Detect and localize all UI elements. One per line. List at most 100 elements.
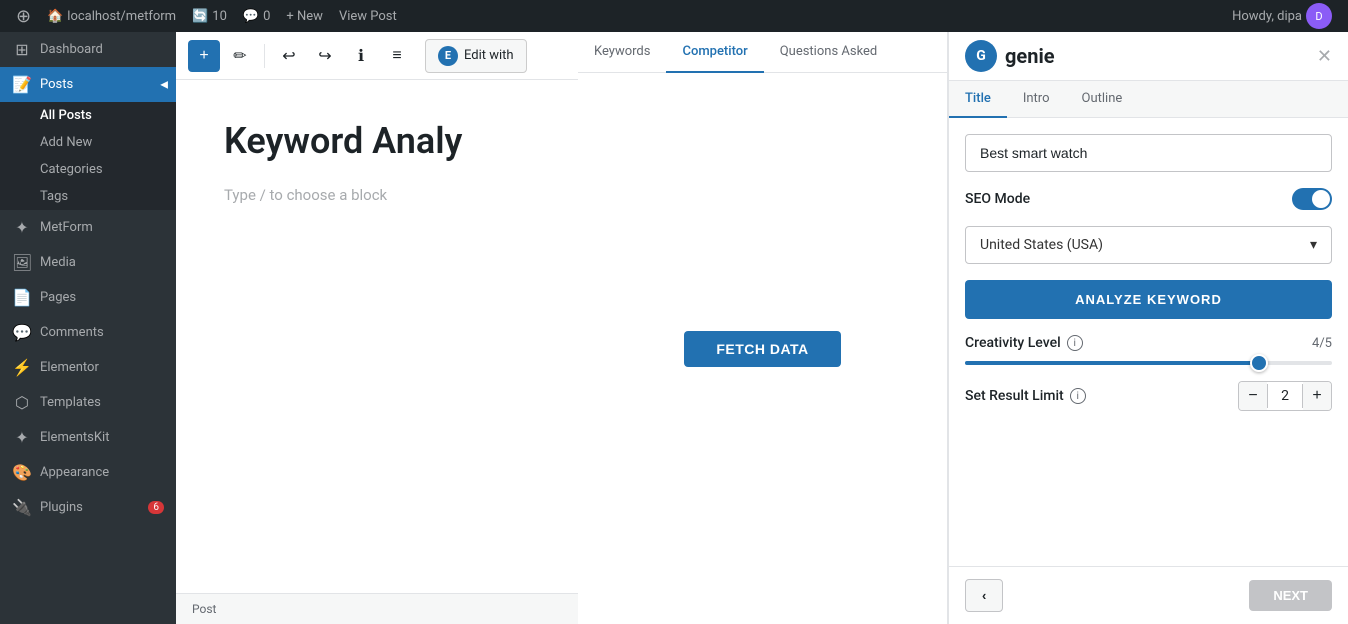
sub-tab-intro[interactable]: Intro: [1007, 81, 1066, 118]
dashboard-icon: ⊞: [12, 40, 32, 59]
slider-thumb[interactable]: [1250, 354, 1268, 372]
undo-button[interactable]: ↩: [273, 40, 305, 72]
sidebar-item-appearance[interactable]: 🎨 Appearance: [0, 455, 176, 490]
sidebar-submenu-add-new[interactable]: Add New: [0, 129, 176, 156]
main-layout: ⊞ Dashboard 📝 Posts ◀ All Posts Add New …: [0, 32, 1348, 624]
seo-mode-label: SEO Mode: [965, 191, 1030, 207]
editor-placeholder[interactable]: Type / to choose a block: [224, 186, 530, 204]
sidebar-item-comments[interactable]: 💬 Comments: [0, 315, 176, 350]
result-limit-stepper: − 2 +: [1238, 381, 1332, 411]
new-item[interactable]: + New: [278, 0, 331, 32]
right-panel-header: G genie ✕: [949, 32, 1348, 81]
keyword-input[interactable]: [965, 134, 1332, 172]
sidebar-item-media[interactable]: 🖼 Media: [0, 245, 176, 280]
stepper-plus-button[interactable]: +: [1303, 382, 1331, 410]
sidebar-item-elementor[interactable]: ⚡ Elementor: [0, 350, 176, 385]
right-panel-body: SEO Mode United States (USA) ▾ ANALYZE K…: [949, 118, 1348, 566]
editor-toolbar: + ✏ ↩ ↪ ℹ ≡ E Edit with: [176, 32, 578, 80]
seo-mode-row: SEO Mode: [965, 188, 1332, 210]
close-panel-button[interactable]: ✕: [1317, 46, 1332, 67]
slider-track: [965, 361, 1332, 365]
updates-item[interactable]: 🔄 10: [184, 0, 235, 32]
posts-submenu: All Posts Add New Categories Tags: [0, 102, 176, 210]
list-view-button[interactable]: ≡: [381, 40, 413, 72]
result-limit-row: Set Result Limit i − 2 +: [965, 381, 1332, 411]
sidebar-item-templates[interactable]: ⬡ Templates: [0, 385, 176, 420]
tab-keywords[interactable]: Keywords: [578, 32, 666, 73]
posts-collapse-arrow: ◀: [160, 79, 168, 90]
slider-fill: [965, 361, 1259, 365]
fetch-data-button[interactable]: FETCH DATA: [684, 331, 840, 367]
tab-questions-asked-label: Questions Asked: [780, 44, 878, 59]
next-label: NEXT: [1273, 588, 1308, 603]
redo-button[interactable]: ↪: [309, 40, 341, 72]
plugins-badge: 6: [148, 501, 164, 514]
seo-mode-toggle[interactable]: [1292, 188, 1332, 210]
media-icon: 🖼: [12, 253, 32, 272]
sidebar-label-appearance: Appearance: [40, 465, 109, 480]
new-label: + New: [286, 9, 323, 24]
next-button[interactable]: NEXT: [1249, 580, 1332, 611]
tab-competitor[interactable]: Competitor: [666, 32, 763, 73]
sidebar-item-posts[interactable]: 📝 Posts ◀: [0, 67, 176, 102]
pages-icon: 📄: [12, 288, 32, 307]
updates-icon: 🔄: [192, 9, 208, 24]
sidebar-item-dashboard[interactable]: ⊞ Dashboard: [0, 32, 176, 67]
stepper-minus-button[interactable]: −: [1239, 382, 1267, 410]
creativity-row: Creativity Level i 4/5: [965, 335, 1332, 351]
edit-with-label: Edit with: [464, 48, 514, 63]
view-post-item[interactable]: View Post: [331, 0, 405, 32]
edit-button[interactable]: ✏: [224, 40, 256, 72]
tab-questions-asked[interactable]: Questions Asked: [764, 32, 894, 73]
comments-count: 0: [263, 9, 270, 24]
howdy-label: Howdy, dipa: [1232, 9, 1302, 24]
toggle-knob: [1312, 190, 1330, 208]
post-status-label: Post: [192, 602, 216, 616]
toolbar-sep-1: [264, 44, 265, 68]
sidebar-item-plugins[interactable]: 🔌 Plugins 6: [0, 490, 176, 525]
sidebar-submenu-all-posts[interactable]: All Posts: [0, 102, 176, 129]
post-title[interactable]: Keyword Analy: [224, 120, 530, 162]
country-select[interactable]: United States (USA) ▾: [965, 226, 1332, 264]
sidebar-item-metform[interactable]: ✦ MetForm: [0, 210, 176, 245]
prev-button[interactable]: ‹: [965, 579, 1003, 612]
creativity-section: Creativity Level i 4/5: [965, 335, 1332, 365]
elementor-icon: ⚡: [12, 358, 32, 377]
sidebar-item-pages[interactable]: 📄 Pages: [0, 280, 176, 315]
fetch-data-container: FETCH DATA: [684, 307, 840, 391]
sub-tab-outline[interactable]: Outline: [1066, 81, 1139, 118]
wp-logo: ⊕: [16, 6, 31, 27]
center-body: Keyword Analy Type / to choose a block: [176, 80, 578, 593]
keyword-tabs: Keywords Competitor Questions Asked: [578, 32, 947, 73]
updates-count: 10: [212, 9, 227, 24]
editor-content-area[interactable]: Keyword Analy Type / to choose a block: [176, 80, 578, 593]
site-url: localhost/metform: [67, 9, 176, 24]
wp-logo-item[interactable]: ⊕: [8, 0, 39, 32]
genie-logo-circle: G: [965, 40, 997, 72]
bottom-nav: ‹ NEXT: [949, 566, 1348, 624]
howdy-item[interactable]: Howdy, dipa D: [1224, 0, 1340, 32]
analyze-keyword-button[interactable]: ANALYZE KEYWORD: [965, 280, 1332, 319]
editor-status-bar: Post: [176, 593, 578, 624]
result-limit-info-icon[interactable]: i: [1070, 388, 1086, 404]
sub-tab-intro-label: Intro: [1023, 91, 1050, 106]
comments-item[interactable]: 💬 0: [235, 0, 279, 32]
tab-competitor-label: Competitor: [682, 44, 747, 59]
site-name-item[interactable]: 🏠 localhost/metform: [39, 0, 184, 32]
plugins-icon: 🔌: [12, 498, 32, 517]
elementskit-icon: ✦: [12, 428, 32, 447]
metform-icon: ✦: [12, 218, 32, 237]
creativity-label: Creativity Level: [965, 335, 1061, 351]
edit-with-button[interactable]: E Edit with: [425, 39, 527, 73]
sub-tab-title[interactable]: Title: [949, 81, 1007, 118]
info-button[interactable]: ℹ: [345, 40, 377, 72]
sidebar-item-elementskit[interactable]: ✦ ElementsKit: [0, 420, 176, 455]
creativity-info-icon[interactable]: i: [1067, 335, 1083, 351]
result-limit-label: Set Result Limit: [965, 388, 1064, 404]
add-block-button[interactable]: +: [188, 40, 220, 72]
stepper-value: 2: [1267, 384, 1303, 408]
sidebar-submenu-tags[interactable]: Tags: [0, 183, 176, 210]
comments-icon: 💬: [243, 9, 259, 24]
sidebar-submenu-categories[interactable]: Categories: [0, 156, 176, 183]
middle-keyword-panel: Keywords Competitor Questions Asked FETC…: [578, 32, 948, 624]
